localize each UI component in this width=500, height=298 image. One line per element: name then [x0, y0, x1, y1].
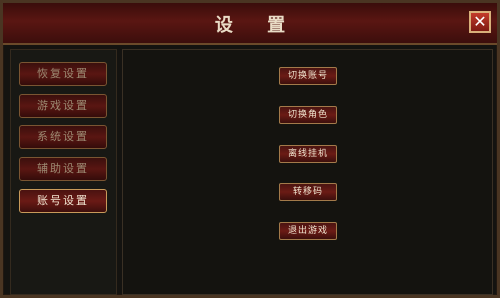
sidebar-item-game-settings[interactable]: 游戏设置 [19, 94, 107, 118]
close-button[interactable]: ✕ [469, 11, 491, 33]
sidebar-item-assist-settings[interactable]: 辅助设置 [19, 157, 107, 181]
sidebar-item-account-settings[interactable]: 账号设置 [19, 189, 107, 213]
switch-character-button[interactable]: 切换角色 [279, 106, 337, 124]
settings-window: 设 置 ✕ 恢复设置 游戏设置 系统设置 辅助设置 账号设置 切换账号 切换角色… [0, 0, 500, 298]
sidebar-item-restore-settings[interactable]: 恢复设置 [19, 62, 107, 86]
account-settings-panel: 切换账号 切换角色 离线挂机 转移码 退出游戏 [122, 49, 493, 295]
title-bar: 设 置 ✕ [3, 3, 497, 45]
exit-game-button[interactable]: 退出游戏 [279, 222, 337, 240]
switch-account-button[interactable]: 切换账号 [279, 67, 337, 85]
settings-category-panel: 恢复设置 游戏设置 系统设置 辅助设置 账号设置 [10, 49, 117, 295]
sidebar-item-system-settings[interactable]: 系统设置 [19, 125, 107, 149]
transfer-code-button[interactable]: 转移码 [279, 183, 337, 201]
close-icon: ✕ [473, 12, 487, 31]
offline-idle-button[interactable]: 离线挂机 [279, 145, 337, 163]
window-title: 设 置 [214, 15, 300, 36]
